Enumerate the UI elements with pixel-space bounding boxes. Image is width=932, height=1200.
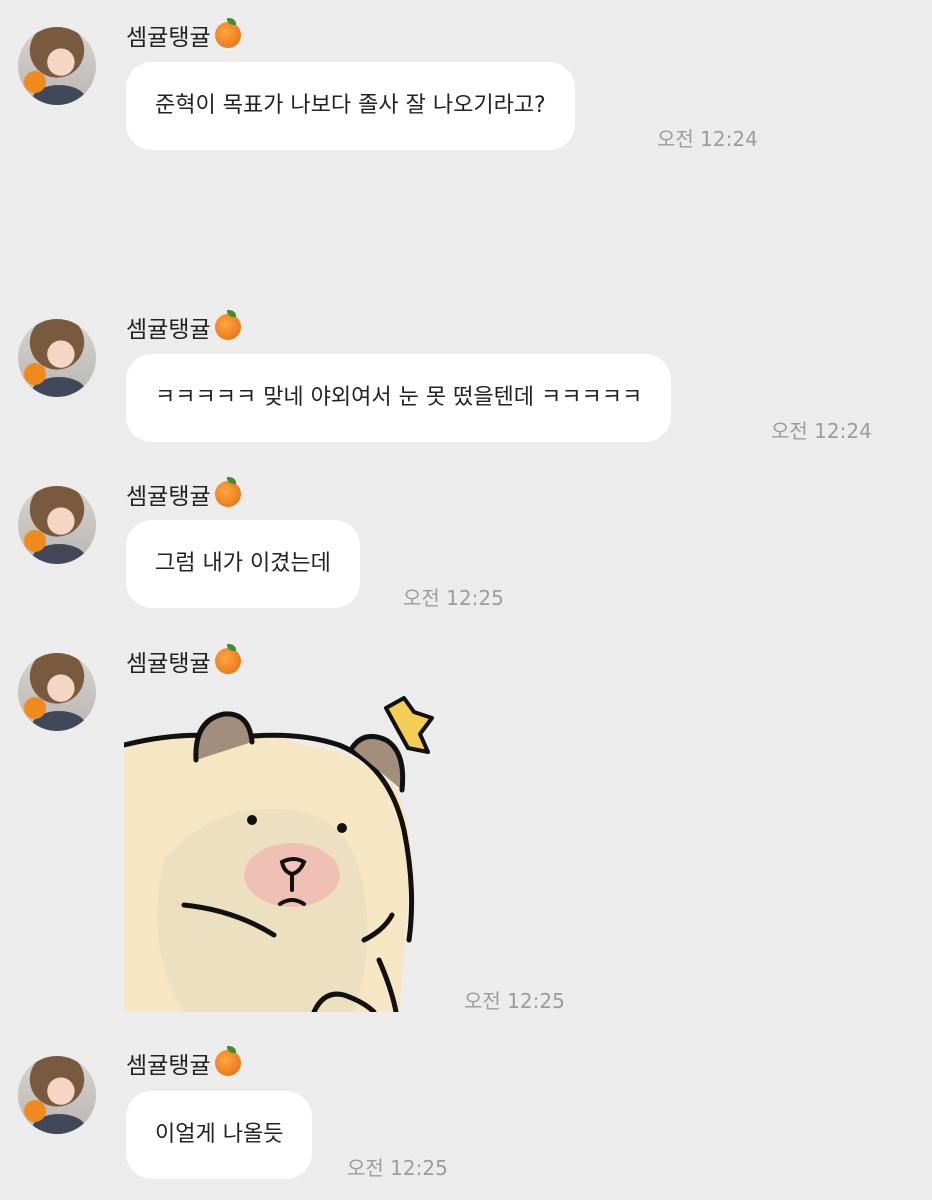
sender-name: 셈귤탱귤 xyxy=(126,477,241,511)
sender-name: 셈귤탱귤 xyxy=(126,1046,241,1080)
message-time: 오전 12:24 xyxy=(771,419,872,443)
sender-name-label: 셈귤탱귤 xyxy=(126,25,211,51)
sender-avatar[interactable] xyxy=(18,1056,96,1134)
bear-sticker[interactable] xyxy=(124,690,444,1012)
sender-name: 셈귤탱귤 xyxy=(126,310,241,344)
message-bubble[interactable]: ㅋㅋㅋㅋㅋ 맞네 야외여서 눈 못 떴을텐데 ㅋㅋㅋㅋㅋ xyxy=(126,354,672,442)
avatar-tangerine xyxy=(24,363,46,385)
tangerine-icon xyxy=(214,310,241,340)
sender-name: 셈귤탱귤 xyxy=(126,18,241,52)
sender-avatar[interactable] xyxy=(18,27,96,105)
tangerine-icon xyxy=(214,18,241,48)
sender-name-label: 셈귤탱귤 xyxy=(126,1053,211,1079)
sender-name-label: 셈귤탱귤 xyxy=(126,484,211,510)
message-bubble[interactable]: 이얼게 나올듯 xyxy=(126,1091,313,1179)
avatar-tangerine xyxy=(24,697,46,719)
tangerine-icon xyxy=(214,477,241,507)
avatar-tangerine xyxy=(24,530,46,552)
bear-left-eye xyxy=(247,815,257,825)
message-time: 오전 12:25 xyxy=(347,1156,448,1180)
sender-avatar[interactable] xyxy=(18,486,96,564)
sender-avatar[interactable] xyxy=(18,319,96,397)
tangerine-icon xyxy=(214,1046,241,1076)
message-time: 오전 12:25 xyxy=(403,586,504,610)
message-bubble[interactable]: 그럼 내가 이겼는데 xyxy=(126,520,360,608)
sender-avatar[interactable] xyxy=(18,653,96,731)
sender-name: 셈귤탱귤 xyxy=(126,644,241,678)
bear-shadow xyxy=(157,808,368,1012)
tangerine-icon xyxy=(214,644,241,674)
sender-name-label: 셈귤탱귤 xyxy=(126,317,211,343)
avatar-tangerine xyxy=(24,1100,46,1122)
bear-right-eye xyxy=(337,823,347,833)
avatar-tangerine xyxy=(24,71,46,93)
sender-name-label: 셈귤탱귤 xyxy=(126,651,211,677)
message-bubble[interactable]: 준혁이 목표가 나보다 졸사 잘 나오기라고? xyxy=(126,62,575,150)
message-time: 오전 12:25 xyxy=(464,989,565,1013)
message-time: 오전 12:24 xyxy=(657,127,758,151)
